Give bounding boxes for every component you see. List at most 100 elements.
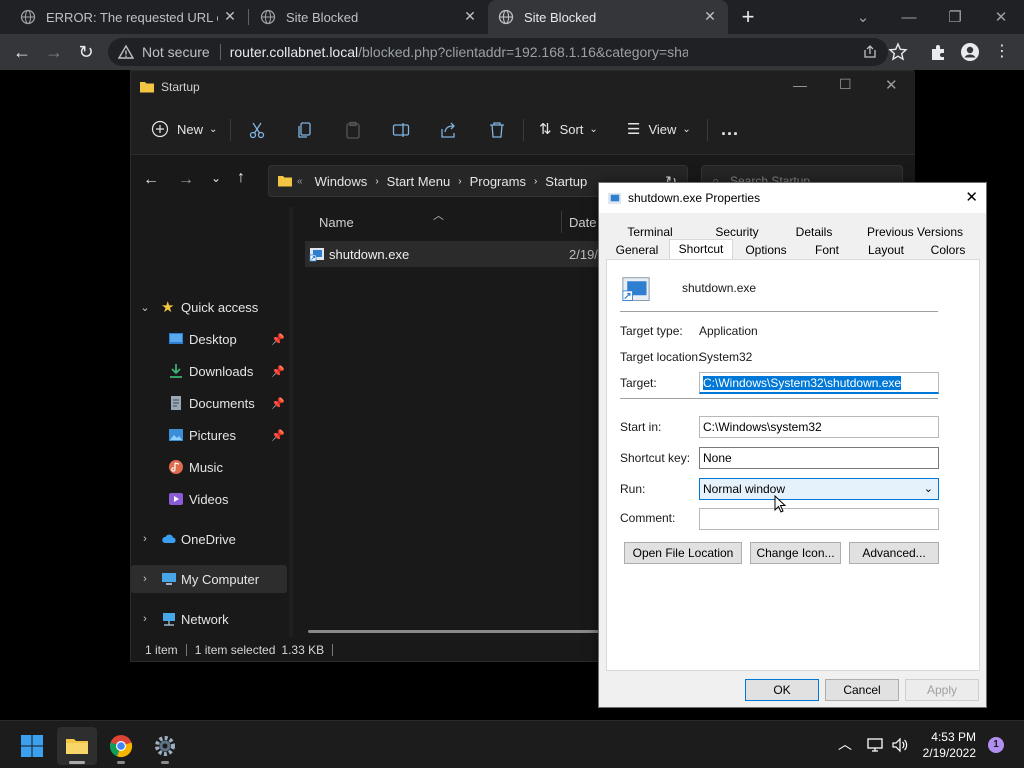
copy-icon[interactable]	[296, 121, 314, 139]
share-icon[interactable]	[440, 121, 458, 139]
delete-icon[interactable]	[488, 121, 506, 139]
forward-icon[interactable]: →	[178, 171, 194, 189]
breadcrumb-windows[interactable]: Windows	[315, 174, 368, 189]
tab-general[interactable]: General	[605, 241, 669, 259]
start-button[interactable]	[12, 727, 52, 765]
sidebar-item-pictures[interactable]: Pictures 📌	[131, 421, 287, 449]
back-icon[interactable]: ←	[143, 171, 159, 189]
maximize-icon[interactable]: ☐	[839, 76, 852, 93]
open-file-location-button[interactable]: Open File Location	[624, 542, 742, 564]
tab-error[interactable]: ERROR: The requested URL could not be re…	[0, 0, 248, 34]
tab-details[interactable]: Details	[779, 223, 849, 241]
menu-kebab-icon[interactable]: ⋮	[990, 40, 1014, 64]
warning-icon[interactable]	[118, 44, 134, 60]
pin-icon[interactable]: 📌	[271, 365, 285, 378]
taskbar-file-explorer[interactable]	[57, 727, 97, 765]
sidebar-item-network[interactable]: › Network	[131, 605, 287, 633]
volume-icon[interactable]	[891, 736, 909, 754]
breadcrumb-programs[interactable]: Programs	[470, 174, 526, 189]
close-tab-icon[interactable]: ✕	[222, 8, 238, 24]
notification-badge[interactable]: 1	[988, 737, 1004, 753]
system-clock[interactable]: 4:53 PM 2/19/2022	[923, 729, 976, 761]
tab-font[interactable]: Font	[799, 241, 855, 259]
tab-options[interactable]: Options	[733, 241, 799, 259]
sidebar-item-music[interactable]: Music	[131, 453, 287, 481]
dialog-title-bar[interactable]: shutdown.exe Properties ✕	[599, 183, 986, 213]
cut-icon[interactable]	[248, 121, 266, 139]
chevron-down-icon[interactable]: ⌄	[139, 301, 151, 314]
up-icon[interactable]: ↑	[237, 169, 245, 187]
taskbar-chrome[interactable]	[101, 727, 141, 765]
sidebar-item-documents[interactable]: Documents 📌	[131, 389, 287, 417]
breadcrumb-startup[interactable]: Startup	[545, 174, 587, 189]
ok-button[interactable]: OK	[745, 679, 819, 701]
sort-button[interactable]: ⇅ Sort ⌄	[539, 115, 598, 143]
bookmark-star-icon[interactable]	[888, 42, 908, 62]
tab-site-blocked-2[interactable]: Site Blocked ✕	[488, 0, 728, 34]
sidebar-item-desktop[interactable]: Desktop 📌	[131, 325, 287, 353]
change-icon-button[interactable]: Change Icon...	[750, 542, 841, 564]
reload-icon[interactable]: ↻	[74, 40, 98, 64]
close-tab-icon[interactable]: ✕	[702, 8, 718, 24]
close-dialog-icon[interactable]: ✕	[965, 188, 978, 206]
address-bar[interactable]: Not secure router.collabnet.local /block…	[108, 38, 888, 66]
breadcrumb-start-menu[interactable]: Start Menu	[387, 174, 451, 189]
target-field[interactable]: C:\Windows\System32\shutdown.exe	[699, 372, 939, 394]
cancel-button[interactable]: Cancel	[825, 679, 899, 701]
view-button[interactable]: ☰ View ⌄	[627, 115, 691, 143]
pin-icon[interactable]: 📌	[271, 333, 285, 346]
show-hidden-icons-icon[interactable]: ︿	[838, 734, 852, 754]
paste-icon[interactable]	[344, 121, 362, 139]
network-status-icon[interactable]	[866, 736, 884, 754]
sidebar-item-videos[interactable]: Videos	[131, 485, 287, 513]
new-tab-button[interactable]: +	[736, 4, 760, 30]
tab-previous-versions[interactable]: Previous Versions	[849, 223, 981, 241]
shortcut-key-field[interactable]: None	[699, 447, 939, 469]
minimize-icon[interactable]: —	[793, 77, 807, 93]
pin-icon[interactable]: 📌	[271, 397, 285, 410]
minimize-icon[interactable]: —	[886, 0, 932, 34]
tab-layout[interactable]: Layout	[855, 241, 917, 259]
apply-button[interactable]: Apply	[905, 679, 979, 701]
not-secure-label[interactable]: Not secure	[142, 44, 210, 60]
chevron-right-icon[interactable]: ›	[139, 533, 151, 545]
chevron-right-icon[interactable]: ›	[458, 176, 461, 187]
start-in-field[interactable]: C:\Windows\system32	[699, 416, 939, 438]
close-window-icon[interactable]: ✕	[978, 0, 1024, 34]
share-icon[interactable]	[862, 44, 878, 60]
sidebar-item-quick-access[interactable]: ⌄ ★ Quick access	[131, 293, 287, 321]
run-select[interactable]: Normal window ⌄	[699, 478, 939, 500]
extensions-icon[interactable]	[928, 42, 948, 62]
chevron-right-icon[interactable]: ›	[139, 613, 151, 625]
more-options-button[interactable]: ...	[721, 115, 739, 143]
close-tab-icon[interactable]: ✕	[462, 8, 478, 24]
back-icon[interactable]: ←	[10, 40, 34, 64]
chevron-right-icon[interactable]: ›	[534, 176, 537, 187]
chevron-right-icon[interactable]: ›	[139, 573, 151, 585]
forward-icon[interactable]: →	[42, 40, 66, 64]
restore-icon[interactable]: ❐	[932, 0, 978, 34]
tab-shortcut[interactable]: Shortcut	[669, 239, 733, 259]
chevron-right-icon[interactable]: ›	[375, 176, 378, 187]
sidebar-item-downloads[interactable]: Downloads 📌	[131, 357, 287, 385]
advanced-button[interactable]: Advanced...	[849, 542, 939, 564]
recent-locations-icon[interactable]: ⌄	[211, 171, 221, 185]
comment-field[interactable]	[699, 508, 939, 530]
sidebar-item-onedrive[interactable]: › OneDrive	[131, 525, 287, 553]
sidebar-item-my-computer[interactable]: › My Computer	[131, 565, 287, 593]
new-button[interactable]: New ⌄	[151, 115, 217, 143]
rename-icon[interactable]	[392, 121, 410, 139]
explorer-title-bar[interactable]: Startup — ☐ ✕	[131, 71, 915, 103]
tab-site-blocked-1[interactable]: Site Blocked ✕	[248, 0, 488, 34]
network-icon	[163, 613, 175, 626]
taskbar-settings[interactable]	[145, 727, 185, 765]
close-window-icon[interactable]: ✕	[885, 76, 898, 94]
tab-search-icon[interactable]: ⌄	[840, 0, 886, 34]
overflow-icon[interactable]: «	[297, 176, 303, 187]
tab-colors[interactable]: Colors	[917, 241, 979, 259]
column-header-name[interactable]: Name	[319, 215, 354, 230]
profile-avatar-icon[interactable]	[960, 42, 980, 62]
document-icon	[171, 396, 181, 410]
column-divider[interactable]	[561, 211, 562, 233]
pin-icon[interactable]: 📌	[271, 429, 285, 442]
